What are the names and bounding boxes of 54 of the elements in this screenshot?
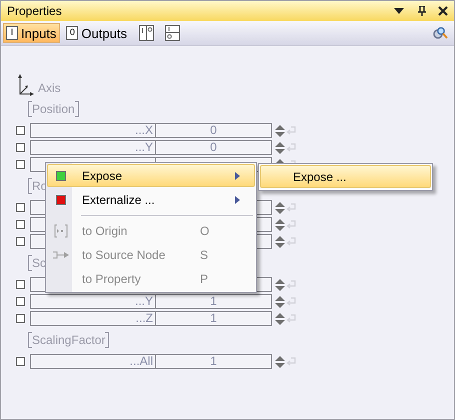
checkbox[interactable] [16,237,25,246]
menu-item[interactable]: Expose [47,164,255,187]
checkbox[interactable] [16,126,25,135]
spin-icon[interactable] [275,356,285,368]
search-settings-icon[interactable] [432,25,448,41]
split-columns-icon[interactable] [138,25,154,41]
split-rows-icon[interactable] [164,25,180,41]
tab[interactable]: 0 Outputs [63,23,131,43]
spin-icon[interactable] [275,142,285,154]
property-value: 0 [209,141,218,154]
menu-item[interactable]: Expose ... [260,165,431,188]
property-name: ...All [31,355,156,368]
spin-icon[interactable] [275,218,285,230]
window-title: Properties [7,4,63,18]
property-field[interactable]: ...All 1 [30,354,272,369]
property-name: ...Y [31,141,156,154]
checkbox[interactable] [16,203,25,212]
spin-icon[interactable] [275,236,285,248]
spin-icon[interactable] [275,278,285,290]
bracket-dot-icon [53,224,69,238]
property-field[interactable]: ...Y 0 [30,140,272,155]
property-name: ...Z [31,312,156,325]
spin-icon[interactable] [275,312,285,324]
pin-icon[interactable] [418,6,426,16]
property-field[interactable]: ...Y 1 [30,294,272,309]
property-value: 1 [209,312,218,325]
group-label: Position [28,101,79,117]
shortcut-key: P [200,272,212,286]
checkbox[interactable] [16,143,25,152]
group-label: ScalingFactor [28,332,110,348]
property-value: 0 [209,124,218,137]
shortcut-key: S [200,248,212,262]
dropdown-icon[interactable] [394,8,404,14]
property-field[interactable]: ...X 0 [30,123,272,138]
property-field[interactable]: ...Z 1 [30,311,272,326]
spin-icon[interactable] [275,202,285,214]
checkbox[interactable] [16,160,25,169]
checkbox[interactable] [16,357,25,366]
spin-icon[interactable] [275,296,285,308]
checkbox[interactable] [16,314,25,323]
property-value: 1 [209,355,218,368]
axis-icon [18,74,34,96]
property-value: 1 [209,295,218,308]
arrow-link-icon [52,250,70,260]
property-name: ...Y [31,295,156,308]
shortcut-key: O [200,224,212,238]
property-name: ...X [31,124,156,137]
tab[interactable]: I Inputs [3,23,60,43]
checkbox[interactable] [16,280,25,289]
checkbox[interactable] [16,297,25,306]
close-icon[interactable] [438,6,448,16]
checkbox[interactable] [16,220,25,229]
spin-icon[interactable] [275,124,285,136]
node-label: Axis [38,81,61,95]
